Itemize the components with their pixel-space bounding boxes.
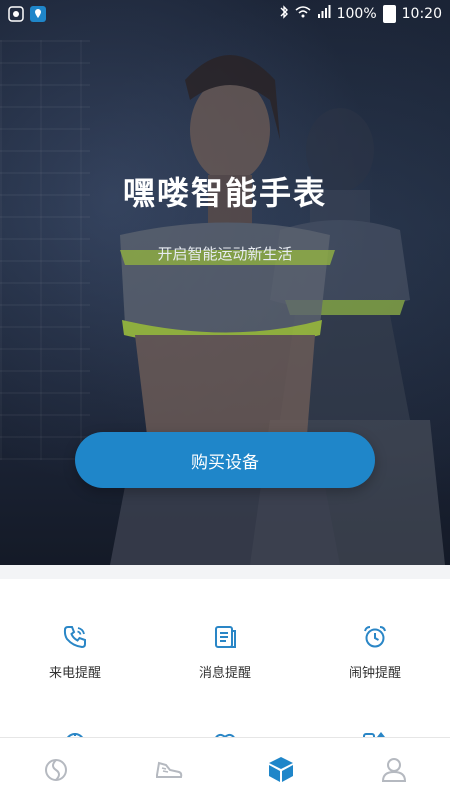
feature-label: 消息提醒 [198, 666, 251, 681]
feature-label: 来电提醒 [48, 666, 101, 681]
message-icon [215, 626, 236, 648]
clock: 10:20 [401, 6, 442, 22]
sneaker-icon [155, 761, 182, 778]
nav-profile[interactable] [364, 739, 424, 799]
activity-icon [45, 759, 68, 781]
phone-call-icon [63, 626, 86, 649]
bluetooth-icon [279, 5, 289, 23]
section-divider [0, 565, 450, 579]
battery-level: 100% [336, 6, 377, 22]
profile-icon [381, 758, 406, 782]
status-bar: 100% 10:20 [0, 0, 450, 28]
location-icon [30, 6, 46, 22]
alarm-clock-icon [364, 626, 386, 648]
device-box-icon [269, 757, 294, 782]
hero-banner: 嘿喽智能手表 开启智能运动新生活 购买设备 [0, 0, 450, 565]
nav-device[interactable] [251, 739, 311, 799]
signal-icon [317, 5, 331, 23]
battery-icon [382, 5, 396, 23]
feature-grid: 来电提醒 消息提醒 闹钟提醒 [0, 579, 450, 749]
feature-alarm-reminder[interactable]: 闹钟提醒 [300, 624, 450, 681]
nav-sport[interactable] [139, 739, 199, 799]
bottom-navigation [0, 737, 450, 800]
app-icon [8, 6, 24, 22]
nav-activity[interactable] [26, 739, 86, 799]
buy-device-button[interactable]: 购买设备 [75, 432, 375, 488]
wifi-icon [295, 5, 311, 23]
feature-call-reminder[interactable]: 来电提醒 [0, 624, 150, 681]
hero-subtitle: 开启智能运动新生活 [157, 245, 293, 263]
feature-message-reminder[interactable]: 消息提醒 [150, 624, 300, 681]
feature-label: 闹钟提醒 [348, 666, 401, 681]
hero-title: 嘿喽智能手表 [122, 174, 327, 212]
